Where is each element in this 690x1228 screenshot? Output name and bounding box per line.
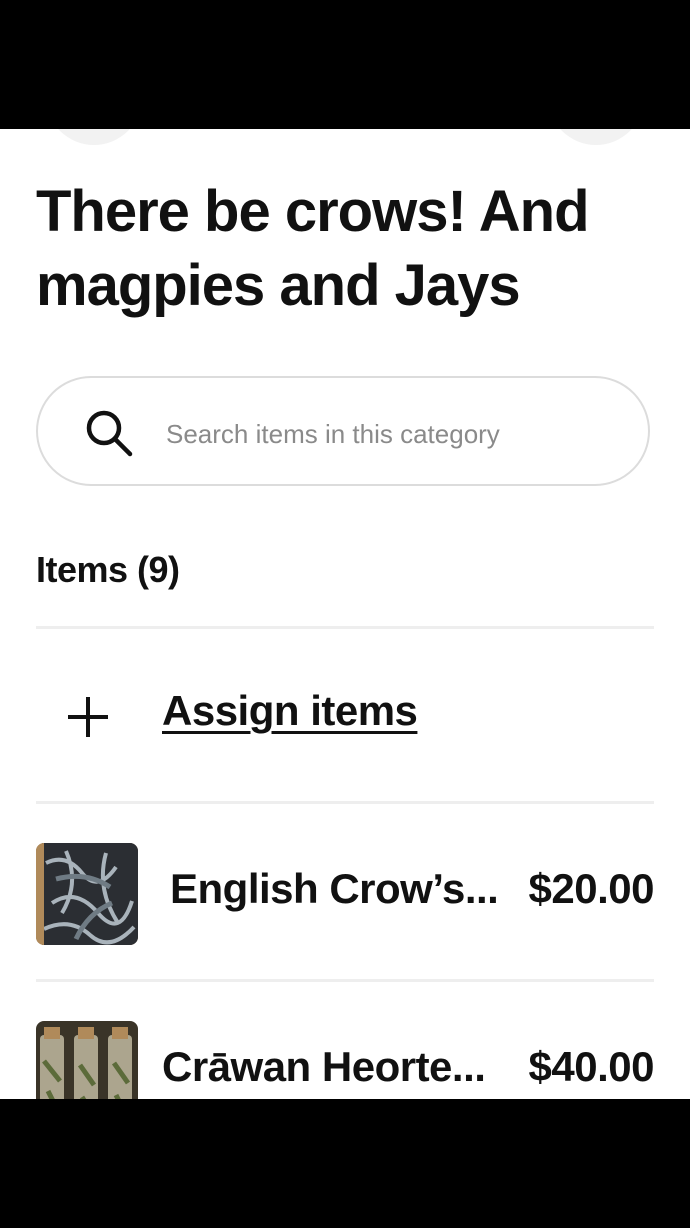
item-price: $20.00 bbox=[528, 865, 655, 912]
search-bar[interactable] bbox=[36, 376, 650, 486]
category-screen: There be crows! And magpies and Jays Ite… bbox=[0, 129, 690, 1099]
letterbox-bottom bbox=[0, 1099, 690, 1228]
search-icon bbox=[86, 410, 133, 457]
more-button[interactable] bbox=[548, 129, 644, 145]
list-item[interactable]: Crāwan Heorte... $40.00 bbox=[36, 981, 655, 1099]
item-name: Crāwan Heorte... bbox=[162, 1043, 486, 1090]
back-button[interactable] bbox=[46, 129, 142, 145]
item-thumbnail bbox=[36, 1021, 138, 1099]
items-heading: Items (9) bbox=[36, 549, 180, 590]
list-item[interactable]: English Crow’s... $20.00 bbox=[36, 803, 655, 979]
item-thumbnail bbox=[36, 843, 138, 945]
item-price: $40.00 bbox=[528, 1043, 655, 1090]
assign-items-label[interactable]: Assign items bbox=[162, 687, 418, 735]
plus-icon bbox=[68, 697, 108, 737]
item-name: English Crow’s... bbox=[170, 865, 499, 912]
assign-items-button[interactable]: Assign items bbox=[36, 629, 654, 801]
page-title: There be crows! And magpies and Jays bbox=[36, 179, 590, 318]
letterbox-top bbox=[0, 0, 690, 129]
search-input[interactable] bbox=[164, 408, 628, 460]
